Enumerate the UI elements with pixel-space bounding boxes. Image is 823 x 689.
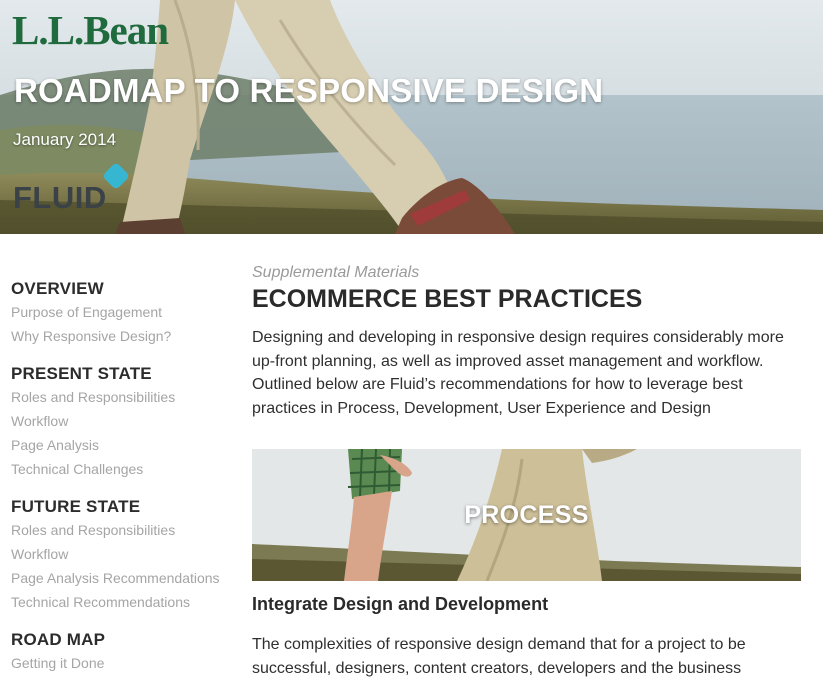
fluid-logo[interactable]: FLUID bbox=[13, 182, 107, 213]
nav-link-present-page-analysis[interactable]: Page Analysis bbox=[11, 433, 236, 457]
nav-heading-road-map[interactable]: ROAD MAP bbox=[11, 628, 236, 651]
nav-heading-overview[interactable]: OVERVIEW bbox=[11, 277, 236, 300]
process-banner-label: PROCESS bbox=[464, 500, 589, 529]
section-eyebrow: Supplemental Materials bbox=[252, 264, 420, 281]
nav-link-purpose-of-engagement[interactable]: Purpose of Engagement bbox=[11, 300, 236, 324]
nav-section-road-map: ROAD MAP Getting it Done bbox=[11, 628, 236, 675]
nav-link-present-workflow[interactable]: Workflow bbox=[11, 409, 236, 433]
nav-link-present-technical-challenges[interactable]: Technical Challenges bbox=[11, 457, 236, 481]
nav-link-future-technical-recommendations[interactable]: Technical Recommendations bbox=[11, 590, 236, 614]
nav-heading-future-state[interactable]: FUTURE STATE bbox=[11, 495, 236, 518]
hero-banner: L.L.Bean ROADMAP TO RESPONSIVE DESIGN Ja… bbox=[0, 0, 823, 234]
report-date: January 2014 bbox=[13, 130, 117, 149]
nav-link-getting-it-done[interactable]: Getting it Done bbox=[11, 651, 236, 675]
nav-link-future-page-analysis[interactable]: Page Analysis Recommendations bbox=[11, 566, 236, 590]
section-title: ECOMMERCE BEST PRACTICES bbox=[252, 285, 643, 313]
nav-section-future-state: FUTURE STATE Roles and Responsibilities … bbox=[11, 495, 236, 614]
llbean-logo[interactable]: L.L.Bean bbox=[12, 10, 169, 51]
subsection-heading: Integrate Design and Development bbox=[252, 594, 549, 614]
nav-section-overview: OVERVIEW Purpose of Engagement Why Respo… bbox=[11, 277, 236, 348]
sidebar-nav: OVERVIEW Purpose of Engagement Why Respo… bbox=[11, 277, 236, 689]
body-paragraph: The complexities of responsive design de… bbox=[252, 636, 746, 677]
nav-link-future-workflow[interactable]: Workflow bbox=[11, 542, 236, 566]
nav-link-why-responsive-design[interactable]: Why Responsive Design? bbox=[11, 324, 236, 348]
intro-paragraph: Designing and developing in responsive d… bbox=[252, 329, 784, 417]
nav-link-future-roles[interactable]: Roles and Responsibilities bbox=[11, 518, 236, 542]
nav-link-present-roles[interactable]: Roles and Responsibilities bbox=[11, 385, 236, 409]
nav-heading-present-state[interactable]: PRESENT STATE bbox=[11, 362, 236, 385]
process-banner: PROCESS bbox=[252, 449, 801, 581]
main-content: Supplemental Materials ECOMMERCE BEST PR… bbox=[252, 262, 802, 420]
page-title: ROADMAP TO RESPONSIVE DESIGN bbox=[14, 72, 604, 109]
nav-section-present-state: PRESENT STATE Roles and Responsibilities… bbox=[11, 362, 236, 481]
